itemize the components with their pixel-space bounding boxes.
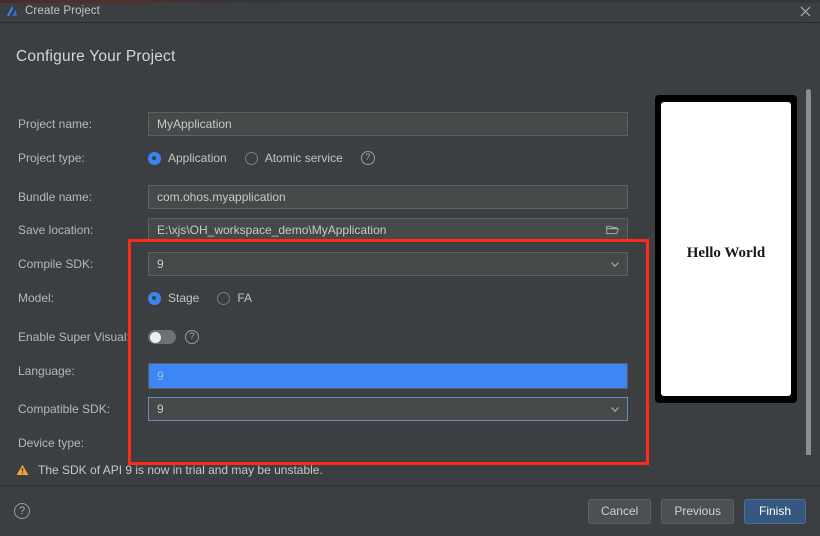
project-name-value: MyApplication: [157, 113, 619, 135]
compile-sdk-value: 9: [157, 257, 609, 271]
radio-dot-icon: [245, 152, 258, 165]
save-location-value: E:\xjs\OH_workspace_demo\MyApplication: [157, 219, 606, 241]
compatible-sdk-value: 9: [157, 402, 609, 416]
page-title: Configure Your Project: [16, 48, 176, 66]
field-row-model: Model: Stage FA: [0, 286, 640, 310]
device-preview-panel: Hello World: [655, 95, 797, 403]
dialog-scrollbar[interactable]: [804, 89, 812, 465]
compatible-sdk-select[interactable]: 9: [148, 397, 628, 421]
previous-button[interactable]: Previous: [661, 499, 734, 524]
enable-super-visual-toggle[interactable]: [148, 330, 176, 344]
project-name-input[interactable]: MyApplication: [148, 112, 628, 136]
field-row-project-type: Project type: Application Atomic service…: [0, 146, 640, 170]
bundle-name-value: com.ohos.myapplication: [157, 186, 619, 208]
field-row-project-name: Project name: MyApplication: [0, 112, 640, 136]
label-compile-sdk: Compile SDK:: [18, 252, 93, 276]
sdk-warning-bar: The SDK of API 9 is now in trial and may…: [0, 455, 820, 486]
sdk-warning-text: The SDK of API 9 is now in trial and may…: [38, 463, 323, 477]
help-circle-icon[interactable]: ?: [185, 330, 199, 344]
chevron-down-icon: [609, 403, 621, 415]
project-type-radio-group: Application Atomic service ?: [148, 146, 375, 170]
dialog-footer: ? Cancel Previous Finish: [0, 486, 820, 536]
radio-atomic-service[interactable]: Atomic service: [245, 151, 343, 165]
field-row-bundle-name: Bundle name: com.ohos.myapplication: [0, 185, 640, 209]
preview-hello-world-text: Hello World: [661, 245, 791, 262]
label-save-location: Save location:: [18, 218, 93, 242]
dialog-body: Configure Your Project Project name: MyA…: [0, 23, 820, 478]
radio-label-fa: FA: [237, 291, 252, 305]
devtools-logo-icon: [5, 4, 19, 18]
field-row-device-type: Device type:: [0, 431, 640, 455]
bundle-name-input[interactable]: com.ohos.myapplication: [148, 185, 628, 209]
finish-button[interactable]: Finish: [744, 499, 806, 524]
save-location-input[interactable]: E:\xjs\OH_workspace_demo\MyApplication: [148, 218, 628, 242]
label-compatible-sdk: Compatible SDK:: [18, 397, 110, 421]
window-titlebar: Create Project: [0, 0, 820, 23]
field-row-compile-sdk: Compile SDK: 9: [0, 252, 640, 276]
radio-label-application: Application: [168, 151, 227, 165]
label-language: Language:: [18, 359, 75, 383]
chevron-down-icon: [609, 258, 621, 270]
enable-super-visual-toggle-group: ?: [148, 325, 199, 349]
model-radio-group: Stage FA: [148, 286, 270, 310]
radio-fa[interactable]: FA: [217, 291, 252, 305]
toggle-knob: [150, 332, 161, 343]
label-enable-super-visual: Enable Super Visual:: [18, 325, 130, 349]
device-preview-screen: Hello World: [661, 102, 791, 396]
compatible-sdk-dropdown-list[interactable]: 9: [148, 363, 628, 389]
label-model: Model:: [18, 286, 54, 310]
label-project-name: Project name:: [18, 112, 92, 136]
window-title: Create Project: [25, 5, 100, 17]
cancel-button[interactable]: Cancel: [588, 499, 651, 524]
radio-label-stage: Stage: [168, 291, 199, 305]
help-circle-icon[interactable]: ?: [361, 151, 375, 165]
compile-sdk-select[interactable]: 9: [148, 252, 628, 276]
create-project-dialog: Create Project Configure Your Project Pr…: [0, 0, 820, 536]
field-row-enable-super-visual: Enable Super Visual: ?: [0, 325, 640, 349]
radio-stage[interactable]: Stage: [148, 291, 199, 305]
footer-button-group: Cancel Previous Finish: [588, 499, 806, 524]
radio-application[interactable]: Application: [148, 151, 227, 165]
scrollbar-thumb[interactable]: [806, 89, 811, 465]
folder-open-icon[interactable]: [606, 224, 619, 236]
radio-label-atomic-service: Atomic service: [265, 151, 343, 165]
warning-triangle-icon: [16, 464, 29, 476]
field-row-save-location: Save location: E:\xjs\OH_workspace_demo\…: [0, 218, 640, 242]
label-device-type: Device type:: [18, 431, 84, 455]
help-circle-icon[interactable]: ?: [14, 503, 30, 519]
label-project-type: Project type:: [18, 146, 85, 170]
radio-dot-icon: [148, 152, 161, 165]
field-row-compatible-sdk: Compatible SDK: 9: [0, 397, 640, 421]
close-icon[interactable]: [790, 0, 820, 23]
label-bundle-name: Bundle name:: [18, 185, 92, 209]
titlebar-accent-strip: [0, 0, 820, 3]
radio-dot-icon: [217, 292, 230, 305]
dropdown-option-9[interactable]: 9: [149, 364, 627, 388]
radio-dot-icon: [148, 292, 161, 305]
